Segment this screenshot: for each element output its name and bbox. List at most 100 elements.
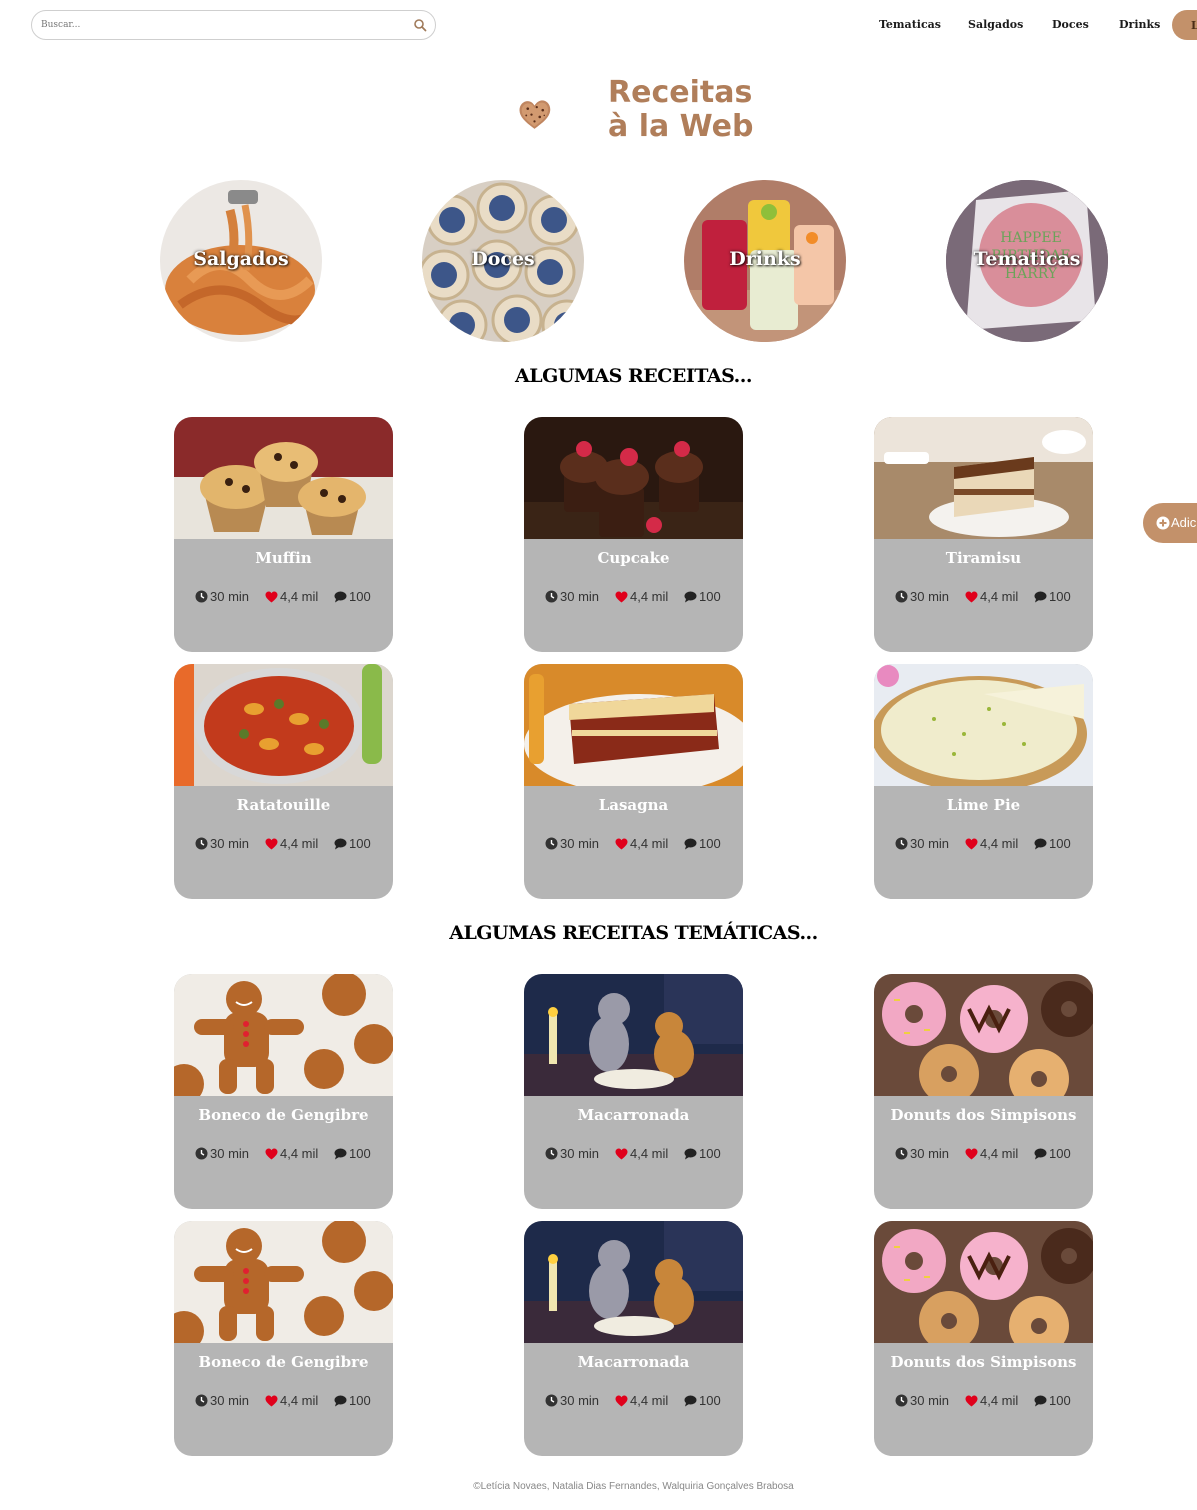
heart-icon — [965, 838, 978, 849]
heart-icon — [965, 1148, 978, 1159]
category-salgados[interactable]: Salgados — [160, 180, 322, 342]
category-drinks[interactable]: Drinks — [684, 180, 846, 342]
search-input[interactable] — [41, 20, 401, 30]
clock-icon — [545, 1394, 558, 1407]
likes-stat[interactable]: 4,4 mil — [615, 589, 668, 604]
comments-stat[interactable]: 100 — [1034, 836, 1071, 851]
recipe-name: Lime Pie — [946, 796, 1021, 814]
clock-icon — [195, 837, 208, 850]
likes-value: 4,4 mil — [980, 1393, 1019, 1408]
likes-stat[interactable]: 4,4 mil — [965, 1146, 1018, 1161]
comments-stat[interactable]: 100 — [684, 1146, 721, 1161]
comments-stat[interactable]: 100 — [1034, 1146, 1071, 1161]
themed-card-donuts[interactable]: Donuts dos Simpisons 30 min 4,4 mil 100 — [874, 1221, 1093, 1456]
time-value: 30 min — [560, 836, 600, 851]
lasagna-image — [524, 664, 743, 786]
likes-stat[interactable]: 4,4 mil — [965, 836, 1018, 851]
likes-stat[interactable]: 4,4 mil — [965, 589, 1018, 604]
category-label: Tematicas — [973, 248, 1081, 270]
themed-card-gingerbread[interactable]: Boneco de Gengibre 30 min 4,4 mil 100 — [174, 974, 393, 1209]
likes-stat[interactable]: 4,4 mil — [265, 589, 318, 604]
nav-drinks[interactable]: Drinks — [1119, 18, 1160, 31]
recipe-name: Lasagna — [598, 796, 669, 814]
likes-stat[interactable]: 4,4 mil — [965, 1393, 1018, 1408]
comments-stat[interactable]: 100 — [334, 1146, 371, 1161]
likes-value: 4,4 mil — [630, 589, 669, 604]
comment-icon — [334, 1395, 347, 1406]
recipe-card-tiramisu[interactable]: Tiramisu 30 min 4,4 mil 100 — [874, 417, 1093, 652]
comments-stat[interactable]: 100 — [684, 836, 721, 851]
comments-stat[interactable]: 100 — [1034, 1393, 1071, 1408]
time-stat: 30 min — [895, 1393, 949, 1408]
time-value: 30 min — [910, 1146, 950, 1161]
clock-icon — [545, 1147, 558, 1160]
cupcake-image — [524, 417, 743, 539]
themed-card-macarronada[interactable]: Macarronada 30 min 4,4 mil 100 — [524, 1221, 743, 1456]
likes-value: 4,4 mil — [980, 589, 1019, 604]
category-tematicas[interactable]: HAPPEE BIRTHDAE HARRY Tematicas — [946, 180, 1108, 342]
comment-icon — [334, 1148, 347, 1159]
likes-stat[interactable]: 4,4 mil — [265, 836, 318, 851]
gingerbread-image — [174, 1221, 393, 1343]
nav-doces[interactable]: Doces — [1052, 18, 1089, 31]
likes-stat[interactable]: 4,4 mil — [265, 1393, 318, 1408]
comments-stat[interactable]: 100 — [1034, 589, 1071, 604]
add-recipe-button[interactable]: Adic — [1143, 503, 1197, 543]
lime-pie-image — [874, 664, 1093, 786]
likes-value: 4,4 mil — [630, 1393, 669, 1408]
comments-value: 100 — [1049, 589, 1071, 604]
likes-stat[interactable]: 4,4 mil — [265, 1146, 318, 1161]
comments-stat[interactable]: 100 — [334, 589, 371, 604]
recipe-card-lime-pie[interactable]: Lime Pie 30 min 4,4 mil 100 — [874, 664, 1093, 899]
comments-value: 100 — [699, 836, 721, 851]
comments-value: 100 — [699, 1393, 721, 1408]
nav-tematicas[interactable]: Tematicas — [879, 18, 941, 31]
comments-stat[interactable]: 100 — [684, 589, 721, 604]
heart-icon — [965, 591, 978, 602]
comments-stat[interactable]: 100 — [334, 1393, 371, 1408]
comments-value: 100 — [349, 836, 371, 851]
likes-stat[interactable]: 4,4 mil — [615, 836, 668, 851]
recipe-name: Donuts dos Simpisons — [890, 1106, 1077, 1124]
comment-icon — [1034, 1148, 1047, 1159]
comments-value: 100 — [1049, 836, 1071, 851]
nav-salgados[interactable]: Salgados — [968, 18, 1023, 31]
heart-icon — [265, 838, 278, 849]
time-value: 30 min — [910, 836, 950, 851]
time-value: 30 min — [210, 1146, 250, 1161]
recipe-name: Tiramisu — [945, 549, 1022, 567]
recipe-card-ratatouille[interactable]: Ratatouille 30 min 4,4 mil 100 — [174, 664, 393, 899]
themed-card-gingerbread[interactable]: Boneco de Gengibre 30 min 4,4 mil 100 — [174, 1221, 393, 1456]
recipe-name: Macarronada — [577, 1106, 690, 1124]
plus-circle-icon — [1156, 516, 1170, 530]
recipe-card-cupcake[interactable]: Cupcake 30 min 4,4 mil 100 — [524, 417, 743, 652]
time-value: 30 min — [560, 1393, 600, 1408]
recipe-card-muffin[interactable]: Muffin 30 min 4,4 mil 100 — [174, 417, 393, 652]
comments-stat[interactable]: 100 — [334, 836, 371, 851]
comment-icon — [684, 591, 697, 602]
clock-icon — [545, 837, 558, 850]
search-icon[interactable] — [413, 18, 427, 32]
clock-icon — [545, 590, 558, 603]
comments-stat[interactable]: 100 — [684, 1393, 721, 1408]
likes-stat[interactable]: 4,4 mil — [615, 1146, 668, 1161]
recipe-card-lasagna[interactable]: Lasagna 30 min 4,4 mil 100 — [524, 664, 743, 899]
comments-value: 100 — [699, 1146, 721, 1161]
heart-icon — [265, 1148, 278, 1159]
donuts-image — [874, 974, 1093, 1096]
likes-value: 4,4 mil — [980, 836, 1019, 851]
themed-card-donuts[interactable]: Donuts dos Simpisons 30 min 4,4 mil 100 — [874, 974, 1093, 1209]
comment-icon — [334, 838, 347, 849]
muffin-image — [174, 417, 393, 539]
time-stat: 30 min — [195, 589, 249, 604]
recipe-name: Muffin — [255, 549, 312, 567]
time-stat: 30 min — [545, 1146, 599, 1161]
category-doces[interactable]: Doces — [422, 180, 584, 342]
likes-stat[interactable]: 4,4 mil — [615, 1393, 668, 1408]
lady-and-tramp-image — [524, 1221, 743, 1343]
search-bar[interactable] — [31, 10, 436, 40]
login-button[interactable]: L — [1172, 10, 1197, 40]
logo-text: Receitas à la Web — [608, 76, 754, 144]
comment-icon — [1034, 591, 1047, 602]
themed-card-macarronada[interactable]: Macarronada 30 min 4,4 mil 100 — [524, 974, 743, 1209]
